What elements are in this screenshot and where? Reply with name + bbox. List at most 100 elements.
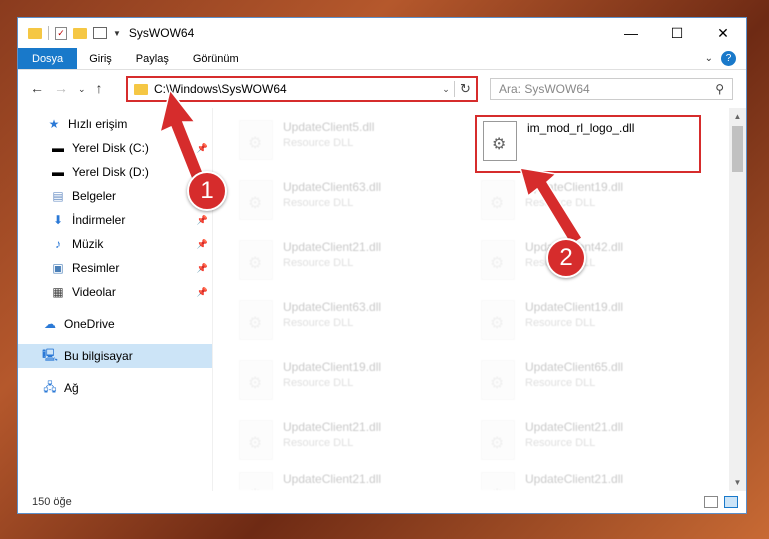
details-view-icon[interactable] [704, 496, 718, 508]
file-item[interactable]: UpdateClient63.dllResource DLL [233, 296, 463, 348]
chevron-down-icon[interactable]: ⌄ [438, 84, 454, 95]
sidebar-item-downloads[interactable]: ⬇ İndirmeler 📌 [18, 208, 212, 232]
vertical-scrollbar[interactable]: ▲ ▼ [729, 108, 746, 491]
search-box[interactable]: Ara: SysWOW64 ⚲ [490, 78, 733, 100]
sidebar-item-pictures[interactable]: ▣ Resimler 📌 [18, 256, 212, 280]
tab-share[interactable]: Paylaş [124, 48, 181, 69]
file-item-target[interactable]: im_mod_rl_logo_.dll [475, 115, 701, 173]
file-item[interactable]: UpdateClient19.dllResource DLL [475, 176, 705, 228]
pin-icon: 📌 [196, 238, 208, 249]
sidebar-item-label: Yerel Disk (C:) [72, 141, 149, 155]
file-item[interactable]: UpdateClient21.dll [475, 468, 705, 490]
address-bar[interactable]: C:\Windows\SysWOW64 ⌄ ↻ [126, 76, 478, 102]
dll-file-icon [481, 180, 515, 220]
sidebar-item-videos[interactable]: ▦ Videolar 📌 [18, 280, 212, 304]
sidebar-item-label: Videolar [72, 285, 116, 299]
sidebar-item-local-disk-d[interactable]: ▬ Yerel Disk (D:) [18, 160, 212, 184]
video-icon: ▦ [52, 285, 64, 299]
sidebar-item-label: Hızlı erişim [68, 117, 128, 131]
file-item[interactable]: UpdateClient5.dllResource DLL [233, 116, 463, 168]
maximize-button[interactable]: ☐ [654, 18, 700, 48]
step-1-badge: 1 [187, 171, 227, 211]
drive-icon: ▬ [52, 165, 64, 179]
sidebar-item-onedrive[interactable]: ☁ OneDrive [18, 312, 212, 336]
dll-file-icon [481, 472, 515, 490]
expand-ribbon-icon[interactable]: ⌄ [705, 53, 713, 64]
dll-file-icon [239, 300, 273, 340]
file-item[interactable]: UpdateClient19.dllResource DLL [475, 296, 705, 348]
forward-arrow-icon[interactable]: → [54, 80, 68, 98]
dll-file-icon [239, 360, 273, 400]
dll-file-icon [481, 360, 515, 400]
music-icon: ♪ [55, 237, 61, 251]
properties-check-icon[interactable]: ✓ [55, 26, 67, 40]
tab-home[interactable]: Giriş [77, 48, 124, 69]
sidebar-item-label: OneDrive [64, 317, 115, 331]
dll-file-icon [481, 300, 515, 340]
file-item[interactable]: UpdateClient19.dllResource DLL [233, 356, 463, 408]
sidebar-item-this-pc[interactable]: 🖳 Bu bilgisayar [18, 344, 212, 368]
ribbon-tabs: Dosya Giriş Paylaş Görünüm ⌄ ? [18, 48, 746, 70]
back-arrow-icon[interactable]: ← [30, 80, 44, 98]
divider [48, 26, 49, 40]
search-input[interactable]: Ara: SysWOW64 [499, 82, 590, 96]
refresh-icon[interactable]: ↻ [454, 81, 476, 97]
file-item[interactable]: UpdateClient21.dll [233, 468, 463, 490]
file-item[interactable]: UpdateClient65.dllResource DLL [475, 356, 705, 408]
address-path[interactable]: C:\Windows\SysWOW64 [154, 82, 438, 96]
navigation-buttons: ← → ⌄ ↑ [18, 80, 128, 98]
drive-icon: ▬ [52, 141, 64, 155]
cloud-icon: ☁ [44, 317, 56, 331]
close-button[interactable]: ✕ [700, 18, 746, 48]
status-bar: 150 öğe [18, 491, 746, 513]
large-icons-view-icon[interactable] [724, 496, 738, 508]
pin-icon: 📌 [196, 286, 208, 297]
scroll-thumb[interactable] [732, 126, 743, 172]
star-icon: ★ [48, 117, 60, 131]
pin-icon: 📌 [196, 142, 208, 153]
dll-file-icon [239, 240, 273, 280]
tab-file[interactable]: Dosya [18, 48, 78, 69]
properties-icon[interactable] [93, 27, 107, 39]
address-row: ← → ⌄ ↑ C:\Windows\SysWOW64 ⌄ ↻ Ara: Sys… [18, 70, 746, 108]
dll-file-icon [483, 121, 517, 161]
sidebar-item-music[interactable]: ♪ Müzik 📌 [18, 232, 212, 256]
folder-icon[interactable] [28, 27, 42, 39]
network-icon: 🖧 [43, 379, 57, 394]
navigation-pane: ★ Hızlı erişim ▬ Yerel Disk (C:) 📌 ▬ Yer… [18, 108, 213, 491]
dll-file-icon [239, 472, 273, 490]
customize-dropdown-icon[interactable]: ▼ [113, 29, 121, 38]
dll-file-icon [481, 420, 515, 460]
explorer-window: ✓ ▼ SysWOW64 — ☐ ✕ Dosya Giriş Paylaş Gö… [17, 17, 747, 514]
window-controls: — ☐ ✕ [608, 18, 746, 48]
minimize-button[interactable]: — [608, 18, 654, 48]
file-item[interactable]: UpdateClient63.dllResource DLL [233, 176, 463, 228]
new-folder-icon[interactable] [73, 27, 87, 39]
sidebar-item-label: Müzik [72, 237, 104, 251]
sidebar-item-local-disk-c[interactable]: ▬ Yerel Disk (C:) 📌 [18, 136, 212, 160]
pin-icon: 📌 [196, 214, 208, 225]
scroll-down-icon[interactable]: ▼ [729, 478, 746, 487]
window-title: SysWOW64 [128, 26, 195, 40]
file-item[interactable]: UpdateClient21.dllResource DLL [475, 416, 705, 468]
file-item[interactable]: UpdateClient42.dllResource DLL [475, 236, 705, 288]
tab-view[interactable]: Görünüm [181, 48, 251, 69]
sidebar-item-network[interactable]: 🖧 Ağ [18, 376, 212, 400]
step-2-badge: 2 [546, 238, 586, 278]
sidebar-item-documents[interactable]: ▤ Belgeler [18, 184, 212, 208]
scroll-up-icon[interactable]: ▲ [729, 112, 746, 121]
file-item[interactable]: UpdateClient21.dllResource DLL [233, 236, 463, 288]
up-arrow-icon[interactable]: ↑ [96, 80, 103, 98]
ribbon-right: ⌄ ? [705, 48, 746, 69]
search-icon[interactable]: ⚲ [715, 82, 724, 96]
sidebar-item-label: Belgeler [72, 189, 117, 203]
sidebar-item-label: Ağ [64, 381, 79, 395]
help-icon[interactable]: ? [721, 51, 736, 66]
sidebar-item-quick-access[interactable]: ★ Hızlı erişim [18, 112, 212, 136]
sidebar-item-label: Resimler [72, 261, 120, 275]
document-icon: ▤ [52, 189, 64, 203]
file-item[interactable]: UpdateClient21.dllResource DLL [233, 416, 463, 468]
dll-file-icon [239, 420, 273, 460]
dll-file-icon [239, 120, 273, 160]
recent-dropdown-icon[interactable]: ⌄ [78, 80, 86, 98]
